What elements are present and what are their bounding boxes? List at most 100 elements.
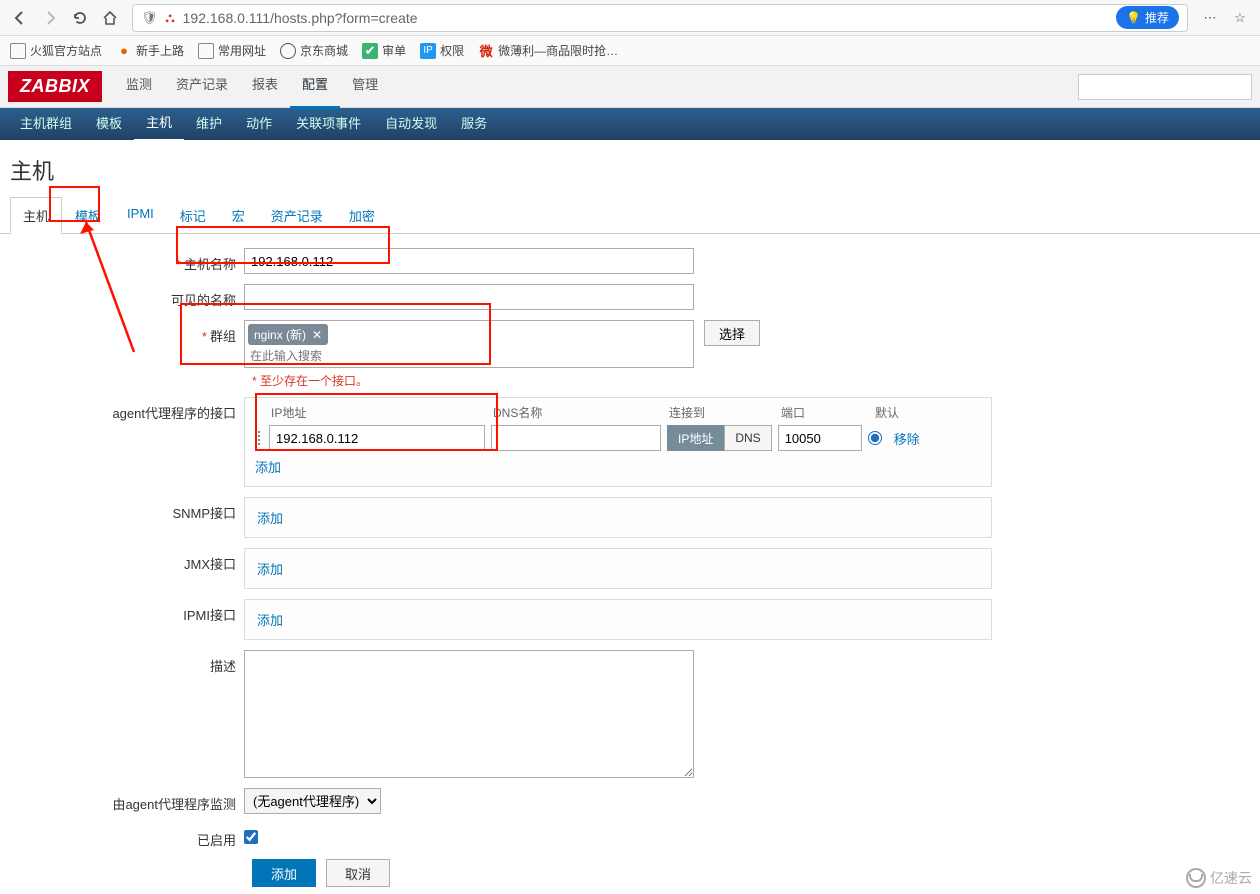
tab-macros[interactable]: 宏 xyxy=(219,197,258,234)
agent-port-input[interactable] xyxy=(778,425,862,451)
agent-interface-box: IP地址 DNS名称 连接到 端口 默认 IP地址 DNS 移除 添加 xyxy=(244,397,992,487)
agent-interface-row: IP地址 DNS 移除 xyxy=(255,425,981,451)
sub-menu-actions[interactable]: 动作 xyxy=(234,108,284,140)
connect-dns-button[interactable]: DNS xyxy=(724,425,771,451)
cloud-icon xyxy=(1186,868,1206,888)
tab-ipmi[interactable]: IPMI xyxy=(114,197,167,234)
iface-header-ip: IP地址 xyxy=(271,404,493,421)
bookmark-item[interactable]: 火狐官方站点 xyxy=(10,42,102,59)
zabbix-top-nav: ZABBIX 监测 资产记录 报表 配置 管理 xyxy=(0,66,1260,108)
submit-button[interactable]: 添加 xyxy=(252,859,316,887)
connect-ip-button[interactable]: IP地址 xyxy=(667,425,724,451)
sub-menu-services[interactable]: 服务 xyxy=(449,108,499,140)
tab-tags[interactable]: 标记 xyxy=(167,197,219,234)
bookmark-star-button[interactable]: ☆ xyxy=(1226,4,1254,32)
description-textarea[interactable] xyxy=(244,650,694,778)
visible-name-label: 可见的名称 xyxy=(0,284,244,309)
groups-multiselect[interactable]: nginx (新) ✕ xyxy=(244,320,694,368)
sub-menu-maintenance[interactable]: 维护 xyxy=(184,108,234,140)
zabbix-sub-nav: 主机群组 模板 主机 维护 动作 关联项事件 自动发现 服务 xyxy=(0,108,1260,140)
bookmark-item[interactable]: 京东商城 xyxy=(280,42,348,59)
sub-menu-discovery[interactable]: 自动发现 xyxy=(373,108,449,140)
bookmark-item[interactable]: ✔审单 xyxy=(362,42,406,59)
jmx-interface-box: 添加 xyxy=(244,548,992,589)
drag-handle-icon[interactable] xyxy=(255,430,263,446)
top-menu-monitoring[interactable]: 监测 xyxy=(114,64,164,109)
connect-to-toggle: IP地址 DNS xyxy=(667,425,772,451)
tab-host[interactable]: 主机 xyxy=(10,197,62,234)
cancel-button[interactable]: 取消 xyxy=(326,859,390,887)
sub-menu-templates[interactable]: 模板 xyxy=(84,108,134,140)
shield-icon: 🛡 xyxy=(141,10,158,26)
snmp-interface-label: SNMP接口 xyxy=(0,497,244,522)
add-jmx-interface-link[interactable]: 添加 xyxy=(257,562,283,577)
enabled-label: 已启用 xyxy=(0,824,244,849)
group-tag[interactable]: nginx (新) ✕ xyxy=(248,324,328,345)
top-menu-reports[interactable]: 报表 xyxy=(240,64,290,109)
remove-interface-link[interactable]: 移除 xyxy=(894,429,920,448)
weibo-icon: 微 xyxy=(478,43,494,59)
bookmark-item[interactable]: 微微薄利—商品限时抢… xyxy=(478,42,618,59)
tab-encryption[interactable]: 加密 xyxy=(336,197,388,234)
top-menu-administration[interactable]: 管理 xyxy=(340,64,390,109)
visible-name-input[interactable] xyxy=(244,284,694,310)
top-menu-configuration[interactable]: 配置 xyxy=(290,64,340,109)
monitored-by-select[interactable]: (无agent代理程序) xyxy=(244,788,381,814)
agent-interface-label: agent代理程序的接口 xyxy=(0,397,244,422)
home-button[interactable] xyxy=(96,4,124,32)
folder-icon xyxy=(198,43,214,59)
host-form: *主机名称 可见的名称 *群组 nginx (新) ✕ 选择 * 至少存在一个接… xyxy=(0,234,1260,887)
check-icon: ✔ xyxy=(362,43,378,59)
lightbulb-icon: 💡 xyxy=(1126,11,1141,25)
watermark: 亿速云 xyxy=(1186,868,1252,888)
jmx-interface-label: JMX接口 xyxy=(0,548,244,573)
iface-header-connect: 连接到 xyxy=(669,404,781,421)
tab-inventory[interactable]: 资产记录 xyxy=(258,197,336,234)
zabbix-logo[interactable]: ZABBIX xyxy=(8,71,102,102)
bookmark-item[interactable]: 常用网址 xyxy=(198,42,266,59)
page-actions-button[interactable]: ⋯ xyxy=(1196,4,1224,32)
host-name-label: *主机名称 xyxy=(0,248,244,273)
url-text: 192.168.0.111/hosts.php?form=create xyxy=(183,10,1108,26)
top-search xyxy=(1078,74,1252,100)
description-label: 描述 xyxy=(0,650,244,675)
enabled-checkbox[interactable] xyxy=(244,830,258,844)
groups-search-input[interactable] xyxy=(248,345,690,364)
tab-templates[interactable]: 模板 xyxy=(62,197,114,234)
agent-dns-input[interactable] xyxy=(491,425,661,451)
interface-error: * 至少存在一个接口。 xyxy=(0,372,1260,389)
agent-ip-input[interactable] xyxy=(269,425,485,451)
top-menu-inventory[interactable]: 资产记录 xyxy=(164,64,240,109)
add-agent-interface-link[interactable]: 添加 xyxy=(255,457,981,476)
add-snmp-interface-link[interactable]: 添加 xyxy=(257,511,283,526)
iface-header-port: 端口 xyxy=(781,404,875,421)
forward-button[interactable] xyxy=(36,4,64,32)
remove-tag-icon[interactable]: ✕ xyxy=(312,328,322,342)
url-bar[interactable]: 🛡 ⛬ 192.168.0.111/hosts.php?form=create … xyxy=(132,4,1188,32)
groups-label: *群组 xyxy=(0,320,244,345)
select-groups-button[interactable]: 选择 xyxy=(704,320,760,346)
sub-menu-hostgroups[interactable]: 主机群组 xyxy=(8,108,84,140)
back-button[interactable] xyxy=(6,4,34,32)
add-ipmi-interface-link[interactable]: 添加 xyxy=(257,613,283,628)
bookmark-item[interactable]: IP权限 xyxy=(420,42,464,59)
iface-header-default: 默认 xyxy=(875,404,899,421)
search-input[interactable] xyxy=(1078,74,1252,100)
form-buttons: 添加 取消 xyxy=(0,859,1260,887)
monitored-by-label: 由agent代理程序监测 xyxy=(0,788,244,813)
reload-button[interactable] xyxy=(66,4,94,32)
ipmi-interface-label: IPMI接口 xyxy=(0,599,244,624)
bookmark-item[interactable]: ●新手上路 xyxy=(116,42,184,59)
default-interface-radio[interactable] xyxy=(868,431,882,445)
firefox-icon: ● xyxy=(116,43,132,59)
page-title: 主机 xyxy=(0,140,1260,196)
host-name-input[interactable] xyxy=(244,248,694,274)
form-tabs: 主机 模板 IPMI 标记 宏 资产记录 加密 xyxy=(0,196,1260,234)
sub-menu-hosts[interactable]: 主机 xyxy=(134,107,184,142)
browser-toolbar: 🛡 ⛬ 192.168.0.111/hosts.php?form=create … xyxy=(0,0,1260,36)
folder-icon xyxy=(10,43,26,59)
bookmark-bar: 火狐官方站点 ●新手上路 常用网址 京东商城 ✔审单 IP权限 微微薄利—商品限… xyxy=(0,36,1260,66)
recommend-pill[interactable]: 💡推荐 xyxy=(1116,6,1179,29)
top-menu: 监测 资产记录 报表 配置 管理 xyxy=(114,64,390,109)
sub-menu-event-correlation[interactable]: 关联项事件 xyxy=(284,108,373,140)
